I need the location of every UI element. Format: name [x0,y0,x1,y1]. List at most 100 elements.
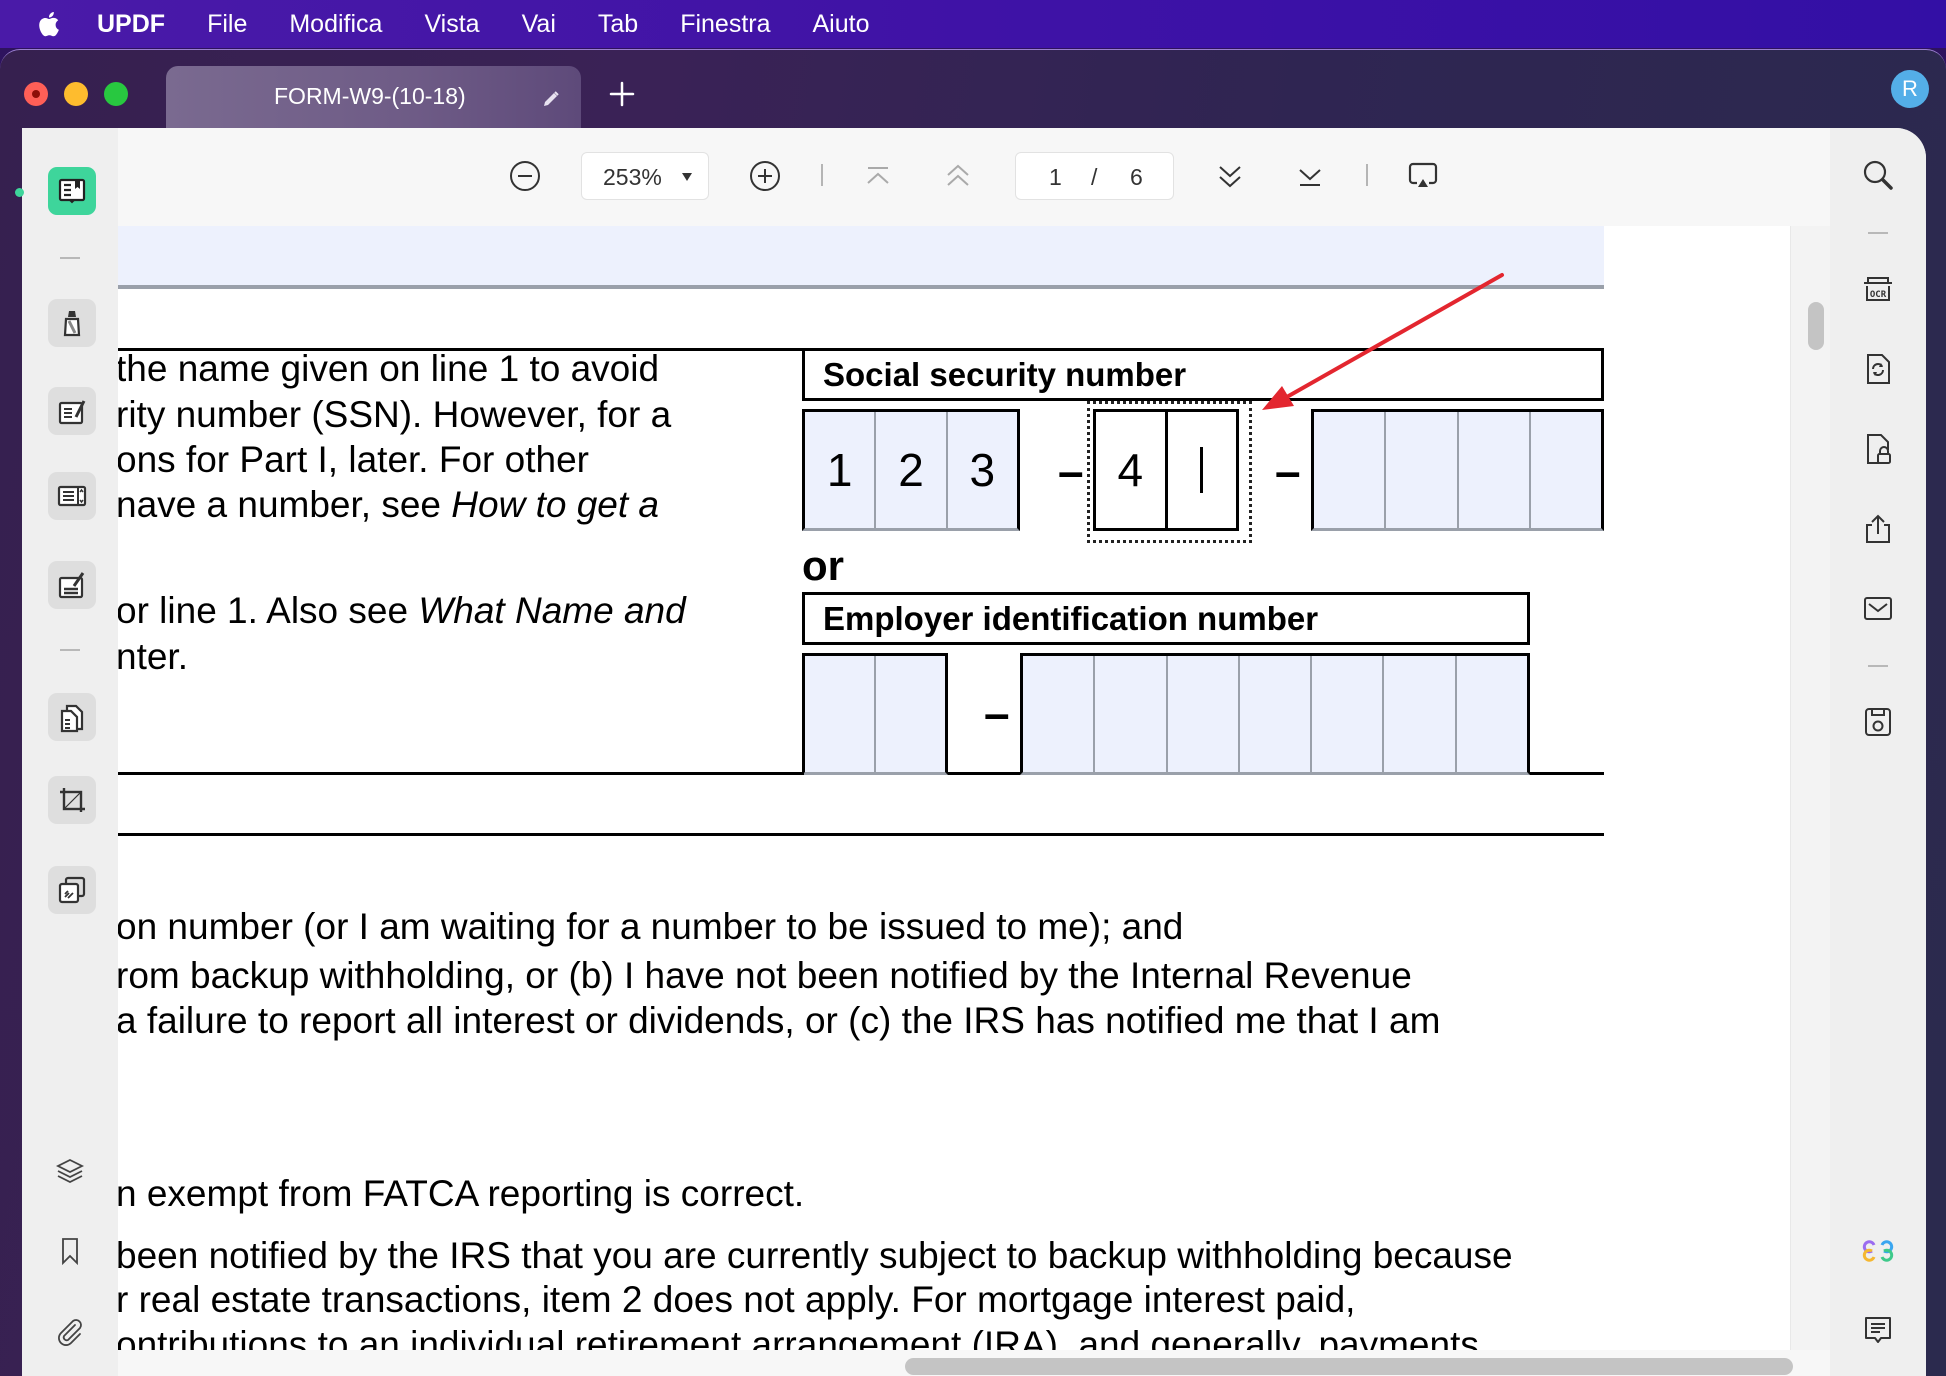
ssn-digit-cell[interactable]: 2 [876,412,948,528]
menu-edit[interactable]: Modifica [289,10,382,39]
next-page-button[interactable] [1213,159,1247,193]
ein-digit-cell[interactable] [876,656,945,772]
ssn-digit-cell-active[interactable] [1168,412,1237,528]
zoom-in-button[interactable] [748,159,782,193]
fullscreen-window-button[interactable] [104,82,128,106]
ssn-digit-cell[interactable] [1386,412,1459,528]
rename-pencil-icon[interactable] [541,88,561,108]
comments-panel-button[interactable] [1860,1312,1896,1348]
ein-digit-cell[interactable] [1312,656,1385,772]
new-tab-plus-icon[interactable] [608,80,636,108]
reader-mode-button[interactable] [48,167,96,215]
instruction-line: or line 1. Also see What Name and [118,590,686,631]
ein-digit-cell[interactable] [1457,656,1527,772]
ai-assistant-button[interactable] [1860,1233,1896,1269]
ssn-digit-cell[interactable] [1459,412,1531,528]
edit-pdf-button[interactable] [48,387,96,435]
last-page-button[interactable] [1293,159,1327,193]
page-tools-button[interactable] [48,866,96,914]
email-button[interactable] [1860,590,1896,626]
apple-logo-icon[interactable] [33,8,63,40]
convert-file-icon [1867,354,1890,384]
ssn-digit-cell[interactable] [1314,412,1387,528]
zoom-level-dropdown[interactable]: 253% [581,152,709,200]
zoom-out-button[interactable] [508,159,542,193]
bookmark-icon [62,1238,78,1266]
right-tool-sidebar [1830,128,1926,1376]
ein-digit-cell[interactable] [1240,656,1313,772]
ein-digit-cell[interactable] [1384,656,1457,772]
sidebar-divider [60,257,80,259]
slideshow-button[interactable] [1406,159,1440,193]
sidebar-divider [60,649,80,651]
vertical-scrollbar[interactable] [1790,226,1830,1350]
share-button[interactable] [1860,511,1896,547]
page-number-input[interactable]: 1 / 6 [1015,152,1174,200]
last-page-icon [1299,169,1321,186]
save-button[interactable] [1860,704,1896,740]
edit-text-icon [58,400,86,425]
menu-view[interactable]: Vista [424,10,479,39]
instruction-line: nter. [118,636,188,677]
menu-window[interactable]: Finestra [680,10,770,39]
ein-digit-cell[interactable] [1095,656,1168,772]
ein-digit-cell[interactable] [1168,656,1240,772]
ai-assistant-icon [1862,1240,1894,1262]
ssn-digit-cell[interactable]: 1 [805,412,877,528]
ssn-dash: – [1275,445,1301,497]
layers-button[interactable] [52,1153,88,1189]
zoom-level-value: 253% [603,164,662,190]
certification-line: on number (or I am waiting for a number … [118,906,1184,947]
layers-icon [55,1158,85,1184]
form-field-highlight-band [118,226,1604,286]
svg-text:OCR: OCR [1870,290,1887,300]
ein-digit-cell[interactable] [805,656,876,772]
first-page-button[interactable] [861,159,895,193]
ssn-digit-cell[interactable] [1531,412,1601,528]
instruction-line: rity number (SSN). However, for a [118,394,672,435]
sign-pdf-button[interactable] [48,561,96,609]
ssn-group-1: 1 2 3 [802,409,1020,531]
form-field-icon [57,485,87,507]
user-avatar[interactable]: R [1891,70,1929,108]
minimize-window-button[interactable] [64,82,88,106]
ssn-digit-cell[interactable]: 3 [948,412,1017,528]
signature-icon [58,572,85,599]
ssn-label: Social security number [823,355,1187,393]
document-viewport[interactable]: the name given on line 1 to avoid rity n… [118,226,1790,1350]
page-separator: / [1091,164,1098,190]
previous-page-button[interactable] [941,159,975,193]
menu-go[interactable]: Vai [522,10,556,39]
attachments-button[interactable] [52,1314,88,1350]
protect-pdf-button[interactable] [1860,431,1896,467]
ocr-button[interactable]: OCR [1860,271,1896,307]
document-tab[interactable]: FORM-W9-(10-18) [166,66,581,130]
current-page: 1 [1049,164,1062,190]
horizontal-scrollbar-thumb[interactable] [905,1358,1793,1375]
convert-pdf-button[interactable] [1860,351,1896,387]
part-ii-top-rule [118,833,1604,836]
menu-tab[interactable]: Tab [598,10,638,39]
pdf-page: the name given on line 1 to avoid rity n… [118,226,1790,1350]
menu-app-name[interactable]: UPDF [97,10,165,39]
bookmarks-button[interactable] [52,1233,88,1269]
organize-pages-icon [60,704,84,733]
mail-icon [1864,597,1892,620]
ssn-digit-cell[interactable]: 4 [1096,412,1168,528]
certification-line: a failure to report all interest or divi… [118,1000,1441,1041]
crop-pages-button[interactable] [48,776,96,824]
batch-tools-icon [58,876,86,904]
comment-highlight-button[interactable] [48,299,96,347]
close-window-button[interactable] [24,82,48,106]
share-upload-icon [1866,514,1890,543]
menu-file[interactable]: File [207,10,247,39]
highlighter-icon [63,311,81,337]
toolbar-separator [821,164,823,186]
menu-help[interactable]: Aiuto [813,10,870,39]
organize-pages-button[interactable] [48,693,96,741]
vertical-scrollbar-thumb[interactable] [1808,302,1824,350]
form-fields-button[interactable] [48,472,96,520]
certification-line: n exempt from FATCA reporting is correct… [118,1173,805,1214]
search-button[interactable] [1860,157,1896,193]
ein-digit-cell[interactable] [1023,656,1096,772]
